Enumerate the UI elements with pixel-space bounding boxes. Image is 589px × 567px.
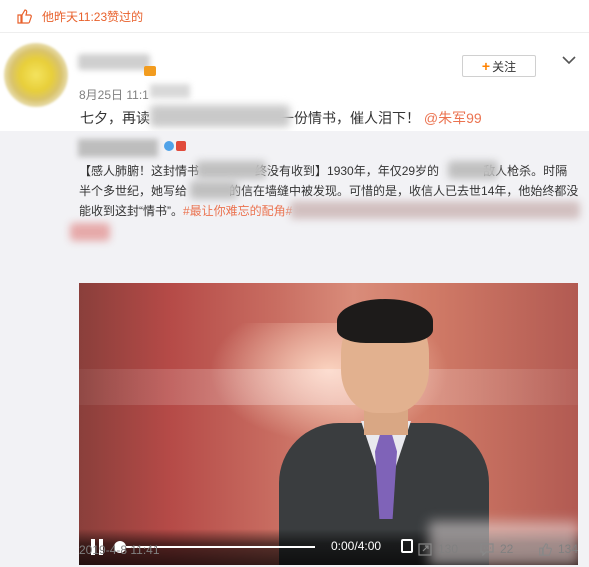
repost-line-1a: 【感人肺腑！这封情书 <box>79 164 200 178</box>
video-player[interactable]: 0:00/4:00 <box>79 283 578 565</box>
post-text-redacted <box>150 105 290 127</box>
hashtag-link[interactable]: #最让你难忘的配角# <box>183 204 292 218</box>
post-footer: 2019-4-8 11:41 130 22 134 <box>0 534 589 567</box>
repost-button[interactable]: 130 <box>418 542 458 556</box>
repost-text-redacted-4 <box>290 201 580 219</box>
repost-text-redacted-5 <box>70 223 110 241</box>
like-notice-bar: 他昨天11:23赞过的 <box>0 0 589 33</box>
comment-button[interactable]: 22 <box>480 542 513 556</box>
plus-icon: + <box>481 58 491 74</box>
weibo-post: 8月25日 11:1 + 关注 七夕，再读 一份情书，催人泪下！ @朱军99 【感… <box>0 33 589 567</box>
repost-block: 【感人肺腑！这封情书 终没有收到】1930年，年仅29岁的 敌人枪杀。时隔 半个多世… <box>0 131 589 567</box>
badge-icon <box>176 141 186 151</box>
footer-date: 2019-4-8 11:41 <box>79 543 160 557</box>
like-button[interactable]: 134 <box>538 542 578 556</box>
repost-line-2: 半个多世纪，她写给 的信在墙缝中被发现。可惜的是，收信人已去世14年，他始终都没 <box>79 181 579 201</box>
follow-button[interactable]: + 关注 <box>462 55 536 77</box>
post-time-redacted <box>150 84 190 98</box>
member-badge-icon <box>144 66 156 76</box>
thumb-up-icon <box>17 9 32 24</box>
repost-line-2b: 的信在墙缝中被发现。可惜的是，收信人已去世14年，他始终都没 <box>229 184 579 198</box>
repost-line-1: 【感人肺腑！这封情书 终没有收到】1930年，年仅29岁的 敌人枪杀。时隔 <box>79 161 579 181</box>
post-time: 8月25日 11:1 <box>79 88 149 102</box>
repost-text-redacted-3 <box>190 181 238 199</box>
verified-icon <box>164 141 174 151</box>
chevron-down-icon[interactable] <box>562 55 576 65</box>
follow-label: 关注 <box>492 59 517 74</box>
like-notice-text: 他昨天11:23赞过的 <box>42 9 144 24</box>
repost-icon <box>418 543 432 556</box>
like-count: 134 <box>558 542 579 556</box>
post-text-mid: 一份情书，催人泪下！ <box>280 110 420 126</box>
video-stage-bar <box>79 369 578 405</box>
repost-line-1b: 终没有收到】1930年，年仅29岁的 <box>255 164 440 178</box>
repost-line-3a: 能收到这封“情书”。 <box>79 204 183 218</box>
video-person-hair <box>337 299 433 343</box>
post-text-start: 七夕，再读 <box>80 110 150 126</box>
comment-count: 22 <box>500 542 514 556</box>
repost-line-2a: 半个多世纪，她写给 <box>79 184 188 198</box>
author-name-redacted <box>78 54 150 70</box>
repost-count: 130 <box>438 542 459 556</box>
mention-link[interactable]: @朱军99 <box>424 110 482 126</box>
comment-icon <box>480 543 494 556</box>
repost-text-redacted-2 <box>448 161 498 179</box>
avatar[interactable] <box>4 43 68 107</box>
repost-text-redacted-1 <box>196 161 266 179</box>
repost-author-redacted <box>78 139 158 157</box>
like-icon <box>539 543 552 556</box>
